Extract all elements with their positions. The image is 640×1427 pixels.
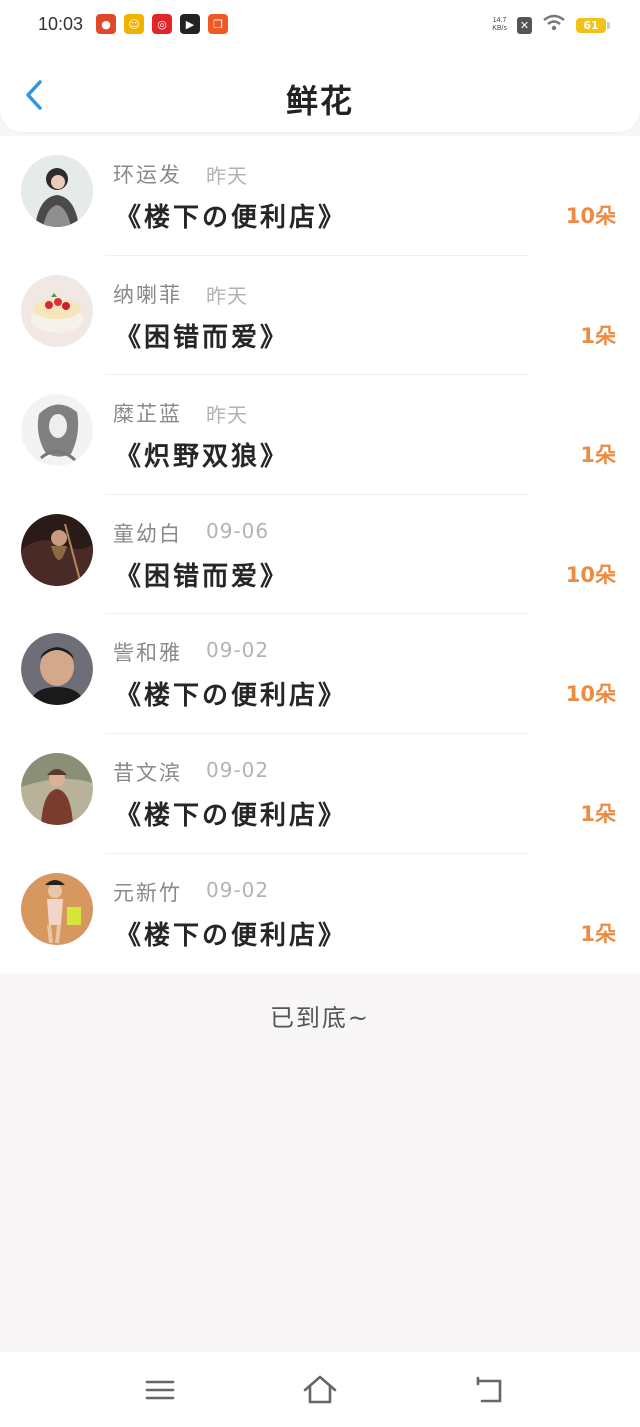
avatar[interactable] <box>21 513 93 586</box>
app-icon-1: ● <box>96 14 116 34</box>
send-date: 昨天 <box>206 283 248 308</box>
gift-list: 环运发 昨天 《楼下の便利店》 10朵 纳喇菲 昨天 《困错而爱》 1朵 糜芷蓝… <box>0 136 640 974</box>
header: 鲜花 <box>0 52 640 132</box>
list-item[interactable]: 纳喇菲 昨天 《困错而爱》 1朵 <box>0 256 640 376</box>
flower-count: 10朵 <box>565 204 616 228</box>
list-item[interactable]: 糜芷蓝 昨天 《炽野双狼》 1朵 <box>0 375 640 495</box>
app-icon-2: ☺ <box>124 14 144 34</box>
status-time: 10:03 <box>38 14 84 34</box>
avatar[interactable] <box>21 872 93 945</box>
book-title[interactable]: 《楼下の便利店》 <box>115 795 347 832</box>
send-date: 09-02 <box>206 877 270 902</box>
network-speed: 14.7 KB/s <box>492 17 507 33</box>
avatar[interactable] <box>21 274 93 347</box>
sender-name: 昔文滨 <box>113 760 182 785</box>
send-date: 09-02 <box>206 757 270 782</box>
sender-name: 糜芷蓝 <box>113 402 182 427</box>
back-icon[interactable] <box>472 1372 508 1408</box>
status-app-icons: ● ☺ ◎ ▶ ❐ <box>96 14 228 34</box>
book-title[interactable]: 《困错而爱》 <box>115 317 289 354</box>
sender-name: 童幼白 <box>113 521 182 546</box>
page-title: 鲜花 <box>285 82 354 120</box>
book-title[interactable]: 《困错而爱》 <box>115 556 289 593</box>
list-item[interactable]: 訾和雅 09-02 《楼下の便利店》 10朵 <box>0 614 640 734</box>
book-title[interactable]: 《炽野双狼》 <box>115 436 289 473</box>
flower-count: 10朵 <box>565 562 616 587</box>
list-item[interactable]: 童幼白 09-06 《困错而爱》 10朵 <box>0 495 640 615</box>
book-title[interactable]: 《楼下の便利店》 <box>115 675 347 712</box>
book-title[interactable]: 《楼下の便利店》 <box>115 197 347 234</box>
avatar[interactable] <box>21 633 93 706</box>
list-item[interactable]: 元新竹 09-02 《楼下の便利店》 1朵 <box>0 854 640 974</box>
send-date: 昨天 <box>206 164 248 188</box>
sender-name: 纳喇菲 <box>113 282 182 307</box>
flower-count: 10朵 <box>565 682 616 707</box>
list-item[interactable]: 环运发 昨天 《楼下の便利店》 10朵 <box>0 136 640 256</box>
system-nav-bar <box>0 1352 640 1427</box>
network-speed-unit: KB/s <box>492 25 507 32</box>
end-of-list-text: 已到底~ <box>269 1004 371 1032</box>
avatar[interactable] <box>21 155 93 227</box>
home-icon[interactable] <box>302 1372 338 1408</box>
network-speed-value: 14.7 <box>492 17 507 24</box>
video-icon: ▶ <box>180 14 200 34</box>
send-date: 09-02 <box>206 638 270 663</box>
wifi-icon <box>542 14 566 36</box>
flower-count: 1朵 <box>580 801 616 826</box>
flower-count: 1朵 <box>580 443 616 468</box>
flower-count: 1朵 <box>580 921 616 946</box>
send-date: 09-06 <box>206 518 270 543</box>
sender-name: 訾和雅 <box>113 641 182 666</box>
flower-count: 1朵 <box>580 323 616 348</box>
send-date: 昨天 <box>206 403 248 428</box>
battery-indicator: 61 <box>576 17 610 33</box>
sender-name: 元新竹 <box>113 880 182 905</box>
sender-name: 环运发 <box>113 163 182 187</box>
list-item[interactable]: 昔文滨 09-02 《楼下の便利店》 1朵 <box>0 734 640 854</box>
no-sim-icon: ✕ <box>517 16 532 34</box>
status-bar: 10:03 ● ☺ ◎ ▶ ❐ 14.7 KB/s ✕ 61 <box>0 0 640 52</box>
netease-music-icon: ◎ <box>152 14 172 34</box>
book-title[interactable]: 《楼下の便利店》 <box>115 915 347 952</box>
avatar[interactable] <box>21 394 93 467</box>
app-icon-5: ❐ <box>208 14 228 34</box>
menu-icon[interactable] <box>142 1372 178 1408</box>
avatar[interactable] <box>21 752 93 825</box>
